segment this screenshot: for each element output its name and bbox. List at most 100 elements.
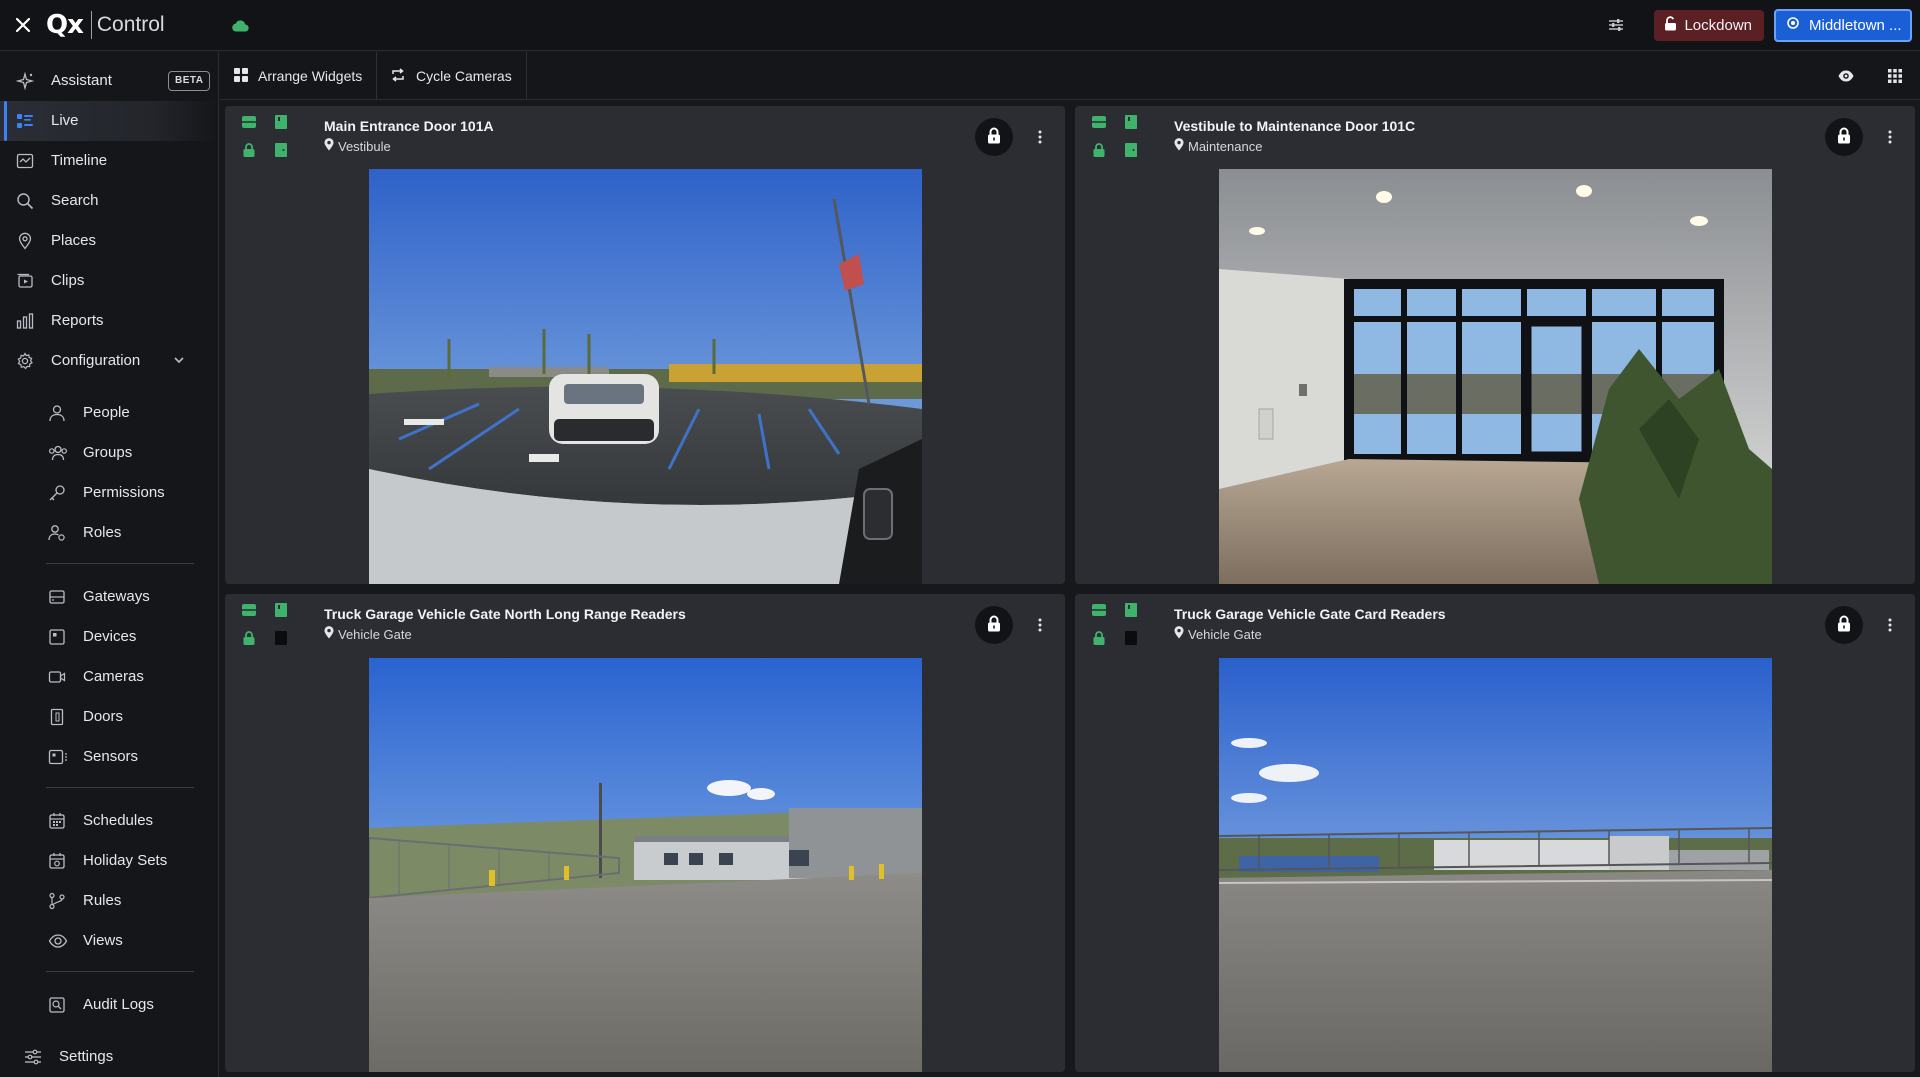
sidebar-item-label: Assistant bbox=[51, 72, 112, 89]
camera-feed[interactable] bbox=[1219, 658, 1772, 1072]
door-icon bbox=[48, 708, 66, 726]
vehicle-gate-card-readers-scene bbox=[1219, 658, 1772, 1072]
sidebar-item-roles[interactable]: Roles bbox=[0, 513, 218, 553]
location-label: Vehicle Gate bbox=[338, 626, 412, 642]
map-pin-icon bbox=[1174, 626, 1184, 642]
cycle-cameras-button[interactable]: Cycle Cameras bbox=[376, 52, 527, 100]
timeline-icon bbox=[16, 152, 34, 170]
site-selector-button[interactable]: Middletown ... bbox=[1774, 8, 1912, 42]
lock-door-button[interactable] bbox=[1825, 606, 1863, 644]
cloud-status-icon[interactable] bbox=[231, 19, 249, 32]
lock-door-button[interactable] bbox=[1825, 118, 1863, 156]
arrange-widgets-label: Arrange Widgets bbox=[258, 68, 363, 84]
more-options-icon[interactable] bbox=[1880, 611, 1900, 639]
sidebar-item-settings[interactable]: Settings bbox=[0, 1037, 218, 1077]
widgets-grid-icon bbox=[234, 67, 248, 85]
holiday-calendar-icon bbox=[48, 852, 66, 870]
door-position-icon bbox=[1123, 142, 1139, 158]
live-list-icon bbox=[16, 112, 34, 130]
sidebar-item-reports[interactable]: Reports bbox=[0, 301, 218, 341]
door-closed-icon bbox=[273, 114, 289, 130]
lock-icon bbox=[987, 127, 1001, 148]
reader-online-icon bbox=[1091, 602, 1107, 618]
bar-chart-icon bbox=[16, 312, 34, 330]
video-clip-icon bbox=[16, 272, 34, 290]
sidebar-item-groups[interactable]: Groups bbox=[0, 433, 218, 473]
sidebar-item-schedules[interactable]: Schedules bbox=[0, 801, 218, 841]
sidebar-item-views[interactable]: Views bbox=[0, 921, 218, 961]
user-role-icon bbox=[48, 524, 66, 542]
sidebar-item-audit-logs[interactable]: Audit Logs bbox=[0, 985, 218, 1025]
door-tile: Vestibule to Maintenance Door 101C Maint… bbox=[1075, 106, 1915, 584]
tile-title: Truck Garage Vehicle Gate North Long Ran… bbox=[324, 606, 686, 622]
sidebar-item-places[interactable]: Places bbox=[0, 221, 218, 261]
sidebar: Assistant BETA Live Timeline Search Plac… bbox=[0, 52, 219, 1077]
sidebar-item-rules[interactable]: Rules bbox=[0, 881, 218, 921]
filter-sliders-icon[interactable] bbox=[1596, 8, 1636, 42]
sparkle-icon bbox=[15, 71, 35, 91]
site-label: Middletown ... bbox=[1809, 16, 1902, 34]
device-icon bbox=[48, 628, 66, 646]
door-unknown-icon bbox=[1123, 630, 1139, 646]
sidebar-item-permissions[interactable]: Permissions bbox=[0, 473, 218, 513]
door-closed-icon bbox=[1123, 114, 1139, 130]
door-tile: Truck Garage Vehicle Gate North Long Ran… bbox=[225, 594, 1065, 1072]
camera-feed[interactable] bbox=[369, 658, 922, 1072]
settings-sliders-icon bbox=[24, 1048, 42, 1066]
cycle-cameras-label: Cycle Cameras bbox=[416, 68, 512, 84]
lock-door-button[interactable] bbox=[975, 606, 1013, 644]
sidebar-item-cameras[interactable]: Cameras bbox=[0, 657, 218, 697]
door-closed-icon bbox=[273, 602, 289, 618]
sidebar-item-clips[interactable]: Clips bbox=[0, 261, 218, 301]
tile-location: Maintenance bbox=[1174, 138, 1262, 154]
lock-status-icon bbox=[241, 142, 257, 158]
arrange-widgets-button[interactable]: Arrange Widgets bbox=[220, 52, 378, 100]
more-options-icon[interactable] bbox=[1030, 611, 1050, 639]
calendar-icon bbox=[48, 812, 66, 830]
sensor-icon bbox=[48, 748, 67, 766]
close-icon[interactable] bbox=[0, 0, 46, 51]
sidebar-item-label: Reports bbox=[51, 312, 104, 329]
reader-online-icon bbox=[241, 602, 257, 618]
camera-feed[interactable] bbox=[369, 169, 922, 584]
sidebar-item-gateways[interactable]: Gateways bbox=[0, 577, 218, 617]
sidebar-item-label: Rules bbox=[83, 892, 122, 909]
sidebar-item-configuration[interactable]: Configuration bbox=[0, 341, 218, 381]
logo-separator bbox=[90, 11, 92, 39]
eye-icon[interactable] bbox=[1830, 60, 1862, 92]
sidebar-item-label: Sensors bbox=[83, 748, 139, 765]
sidebar-item-label: Audit Logs bbox=[83, 996, 154, 1013]
door-unknown-icon bbox=[273, 630, 289, 646]
branch-icon bbox=[48, 892, 66, 910]
sidebar-item-timeline[interactable]: Timeline bbox=[0, 141, 218, 181]
camera-feed[interactable] bbox=[1219, 169, 1772, 584]
sidebar-item-label: Groups bbox=[83, 444, 133, 461]
sidebar-item-holiday-sets[interactable]: Holiday Sets bbox=[0, 841, 218, 881]
sidebar-item-assistant[interactable]: Assistant BETA bbox=[0, 61, 218, 101]
sidebar-item-label: Doors bbox=[83, 708, 124, 725]
group-icon bbox=[48, 444, 68, 462]
sidebar-item-devices[interactable]: Devices bbox=[0, 617, 218, 657]
sidebar-item-live[interactable]: Live bbox=[0, 101, 218, 141]
grid-layout-icon[interactable] bbox=[1879, 60, 1911, 92]
tile-header: Truck Garage Vehicle Gate North Long Ran… bbox=[225, 594, 1065, 658]
reader-online-icon bbox=[1091, 114, 1107, 130]
sidebar-item-people[interactable]: People bbox=[0, 393, 218, 433]
lock-status-icon bbox=[1091, 630, 1107, 646]
lock-open-icon bbox=[1664, 15, 1677, 35]
lockdown-button[interactable]: Lockdown bbox=[1654, 9, 1764, 41]
more-options-icon[interactable] bbox=[1030, 123, 1050, 151]
sidebar-item-label: Holiday Sets bbox=[83, 852, 168, 869]
sidebar-item-sensors[interactable]: Sensors bbox=[0, 737, 218, 777]
topbar-actions: Lockdown Middletown ... bbox=[1596, 0, 1920, 51]
gateway-icon bbox=[48, 588, 66, 606]
sidebar-item-label: Cameras bbox=[83, 668, 144, 685]
tile-header: Main Entrance Door 101A Vestibule bbox=[225, 106, 1065, 170]
sidebar-item-doors[interactable]: Doors bbox=[0, 697, 218, 737]
vehicle-gate-north-scene bbox=[369, 658, 922, 1072]
more-options-icon[interactable] bbox=[1880, 123, 1900, 151]
lock-door-button[interactable] bbox=[975, 118, 1013, 156]
lockdown-label: Lockdown bbox=[1684, 16, 1752, 34]
sidebar-item-label: Roles bbox=[83, 524, 122, 541]
sidebar-item-search[interactable]: Search bbox=[0, 181, 218, 221]
